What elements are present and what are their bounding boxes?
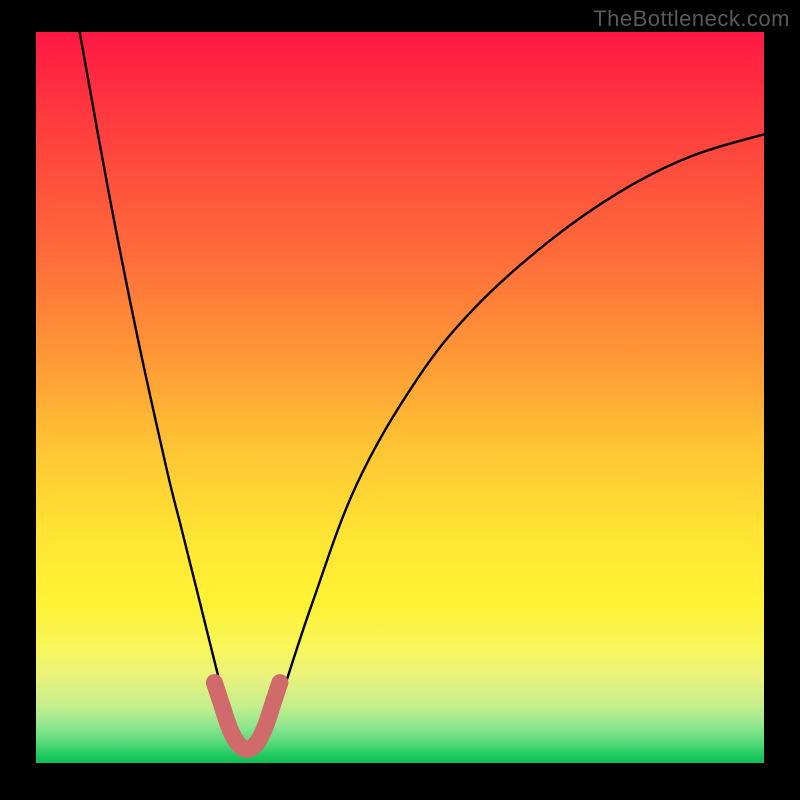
- highlight-band-path: [214, 683, 280, 750]
- plot-area: [36, 32, 764, 763]
- bottleneck-curve-path: [80, 32, 764, 753]
- chart-frame: TheBottleneck.com: [0, 0, 800, 800]
- watermark-text: TheBottleneck.com: [593, 6, 790, 32]
- curve-svg: [36, 32, 764, 763]
